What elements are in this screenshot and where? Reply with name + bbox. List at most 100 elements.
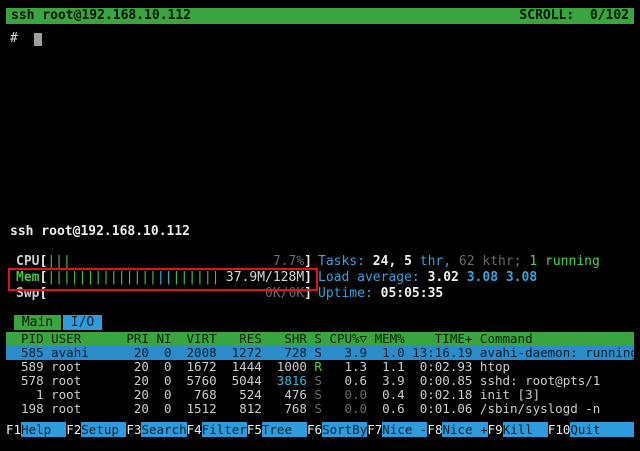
fkey-label-f2[interactable]: Setup [81,422,126,437]
fkey-f1[interactable]: F1 [6,422,21,437]
load-1min: 3.02 [428,270,467,285]
fkey-f10[interactable]: F10 [548,422,571,437]
cell-pri: 20 [126,360,149,374]
cell-command: init [3] [480,388,634,402]
process-row[interactable]: 198root2001512812768S0.00.60:01.06/sbin/… [6,402,634,416]
cell-virt: 5760 [179,374,217,388]
fkey-label-f3[interactable]: Search [141,422,186,437]
cell-res: 5044 [224,374,262,388]
prompt-symbol: # [10,31,26,46]
terminal-window: { "top_pane": { "title": "ssh root@192.1… [0,0,640,451]
swap-meter-caption: Swp [16,286,39,302]
fkey-label-f9[interactable]: Kill [503,422,548,437]
cell-virt: 1672 [179,360,217,374]
htop-info: Tasks: 24, 5 thr, 62 kthr; 1 running Loa… [318,254,634,302]
fkey-f6[interactable]: F6 [307,422,322,437]
mem-meter-bars2: |||||| [173,270,220,285]
mem-meter-bars-cache: || [157,270,173,285]
fkey-label-f5[interactable]: Tree [262,422,307,437]
cell-shr: 476 [269,388,307,402]
fkey-f7[interactable]: F7 [367,422,382,437]
cell-shr: 1000 [269,360,307,374]
cpu-meter-bars: ||| [47,254,70,269]
cell-res: 1444 [224,360,262,374]
fkey-label-f7[interactable]: Nice - [382,422,427,437]
col-header-user[interactable]: USER [51,332,119,346]
col-header-mem[interactable]: MEM% [375,332,405,346]
cell-user: root [51,360,119,374]
cell-cpu: 0.0 [329,402,367,416]
mem-meter-bars: |||||||||||||| [47,270,157,285]
cell-res: 524 [224,388,262,402]
tab-main[interactable]: Main [14,315,61,330]
cell-user: avahi [51,346,119,360]
cell-pid: 589 [14,360,44,374]
tasks-running: 1 running [529,254,599,269]
cell-time: 0:00.85 [412,374,472,388]
fkey-label-f8[interactable]: Nice + [442,422,487,437]
cell-ni: 0 [156,346,171,360]
uptime-label: Uptime: [318,286,381,301]
shell-prompt-line[interactable]: # [10,31,42,47]
col-header-state[interactable]: S [314,332,322,346]
col-header-pri[interactable]: PRI [126,332,149,346]
text-cursor [34,33,42,46]
cell-shr: 3816 [269,374,307,388]
fkey-f8[interactable]: F8 [427,422,442,437]
cpu-meter-value: 7.7% [273,254,304,270]
process-row[interactable]: 585avahi20020081272728S3.91.013:16.19ava… [6,346,634,360]
fkey-label-f10[interactable]: Quit [570,422,634,437]
cell-mem: 1.1 [375,360,405,374]
scroll-indicator: SCROLL: 0/102 [519,8,629,24]
col-header-command[interactable]: Command [480,332,634,346]
tab-io[interactable]: I/O [63,315,102,330]
cell-mem: 0.4 [375,388,405,402]
cell-state: S [314,346,322,360]
cell-ni: 0 [156,402,171,416]
process-row[interactable]: 1root200768524476S0.00.40:02.18init [3] [6,388,634,402]
col-header-time[interactable]: TIME+ [412,332,472,346]
mem-meter-value: 37.9M/128M [226,270,304,286]
process-table: PID USER PRI NI VIRT RES SHR S CPU%▽ MEM% TIME+ Com… [6,332,634,416]
cell-state: R [314,360,322,374]
cell-pid: 198 [14,402,44,416]
mem-meter-caption: Mem [16,270,39,286]
cell-state: S [314,388,322,402]
cell-command: /sbin/syslogd -n [480,402,634,416]
fkey-label-f6[interactable]: SortBy [322,422,367,437]
cell-state: S [314,402,322,416]
cell-user: root [51,388,119,402]
tasks-count: 24, [373,254,404,269]
process-row[interactable]: 589root200167214441000R1.31.10:02.93htop [6,360,634,374]
fkey-label-f4[interactable]: Filter [202,422,247,437]
col-header-pid[interactable]: PID [14,332,44,346]
cpu-meter: CPU[|||7.7%] [16,254,312,270]
cell-pri: 20 [126,402,149,416]
htop-tab-bar: Main I/O [14,315,102,330]
cell-command: sshd: root@pts/1 [480,374,634,388]
col-header-virt[interactable]: VIRT [179,332,217,346]
tasks-line: Tasks: 24, 5 thr, 62 kthr; 1 running [318,254,634,270]
col-header-shr[interactable]: SHR [269,332,307,346]
cell-time: 0:01.06 [412,402,472,416]
cell-pid: 578 [14,374,44,388]
fkey-f5[interactable]: F5 [247,422,262,437]
fkey-f3[interactable]: F3 [126,422,141,437]
cell-mem: 3.9 [375,374,405,388]
cell-ni: 0 [156,388,171,402]
col-header-ni[interactable]: NI [156,332,171,346]
cell-time: 0:02.93 [412,360,472,374]
fkey-f2[interactable]: F2 [66,422,81,437]
bracket-open: [ [39,286,47,302]
fkey-f9[interactable]: F9 [488,422,503,437]
fkey-f4[interactable]: F4 [187,422,202,437]
cell-pri: 20 [126,388,149,402]
cell-pid: 1 [14,388,44,402]
cell-cpu: 1.3 [329,360,367,374]
fkey-label-f1[interactable]: Help [21,422,66,437]
bracket-close: ] [304,286,312,302]
process-row[interactable]: 578root200576050443816S0.63.90:00.85sshd… [6,374,634,388]
col-header-cpu[interactable]: CPU%▽ [329,332,367,346]
col-header-res[interactable]: RES [224,332,262,346]
load-label: Load average: [318,270,428,285]
